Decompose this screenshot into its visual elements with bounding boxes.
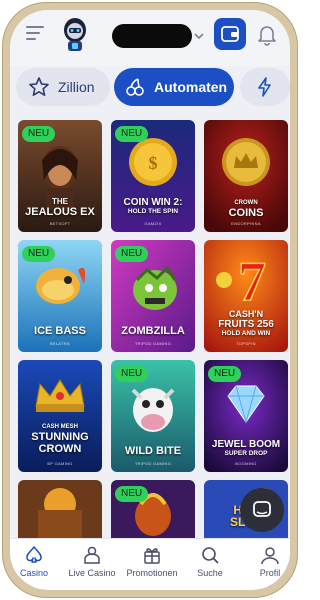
game-title-line: JEWEL BOOM [211,439,281,450]
robot-logo-icon[interactable] [60,16,90,54]
game-tile-jewel-boom[interactable]: NEU JEWEL BOOM SUPER DROP BOOMING [204,360,288,472]
tab-zillion-label: Zillion [58,79,95,95]
game-tile-ice-bass[interactable]: NEU ICE BASS BELATRA [18,240,102,352]
nav-promotions-label: Promotionen [126,568,178,578]
game-provider: BELATRA [49,341,71,346]
game-provider: TRIPOD GAMING [134,461,172,466]
nav-search[interactable]: Suche [180,545,240,578]
game-tile-coin-win-2[interactable]: $ NEU COIN WIN 2: HOLD THE SPIN GAMZIX [111,120,195,232]
game-title-line: CROWN [38,443,82,455]
star-outline-icon [29,77,49,96]
nav-live-casino[interactable]: Live Casino [62,545,122,578]
search-icon [202,547,219,564]
nav-live-casino-label: Live Casino [68,568,116,578]
nav-profile-label: Profil [259,568,281,578]
phone-frame: Zillion Automaten NEU THE JEALOUS EX BET… [2,2,298,598]
nav-profile[interactable]: Profil [240,545,290,578]
nav-promotions[interactable]: Promotionen [122,545,182,578]
tab-zillion[interactable]: Zillion [16,68,110,106]
bell-icon[interactable] [256,22,278,46]
game-provider: TRIPOD GAMING [134,341,172,346]
game-title-line: COINS [228,207,264,219]
game-provider: ENDORPHINA [231,221,261,226]
tab-lightning[interactable] [240,68,290,106]
game-title-line: CROWN [234,200,258,206]
game-title-line: HOLD AND WIN [221,330,271,337]
new-badge: NEU [115,246,149,262]
game-tile-zombzilla[interactable]: NEU ZOMBZILLA TRIPOD GAMING [111,240,195,352]
game-provider: GAMZIX [144,221,162,226]
wallet-button[interactable] [214,18,246,50]
game-title-line: HOLD THE SPIN [127,208,179,215]
game-tile-cashn-fruits-256[interactable]: 7 CASH'N FRUITS 256 HOLD AND WIN TOPSPIN [204,240,288,352]
spade-icon [26,546,42,563]
new-badge: NEU [22,126,56,142]
svg-text:$: $ [149,153,158,173]
tab-automaten-label: Automaten [154,79,228,95]
game-title-line: WILD BITE [124,445,182,457]
game-title-line: CASH MESH [41,424,78,430]
cherries-icon [126,78,144,96]
nav-casino[interactable]: Casino [10,545,64,578]
game-title-line: STUNNING [31,431,89,443]
dynamic-island [112,24,192,48]
chat-bubble-icon [253,501,271,517]
svg-text:7: 7 [238,251,266,313]
dealer-icon [84,546,100,564]
game-tile-wild-bite[interactable]: NEU WILD BITE TRIPOD GAMING [111,360,195,472]
wallet-icon [221,26,239,42]
hamburger-menu-icon[interactable] [26,26,44,42]
game-tile-stunning-crown[interactable]: CASH MESH STUNNING CROWN BP GAMING [18,360,102,472]
game-title-line: COIN WIN 2: [123,197,183,208]
gift-icon [144,548,160,564]
game-tile-crown-coins[interactable]: CROWN COINS ENDORPHINA [204,120,288,232]
game-title-line: ICE BASS [34,325,86,337]
game-provider: BP GAMING [47,461,73,466]
game-title-line: JEALOUS EX [25,206,95,218]
app-screen: Zillion Automaten NEU THE JEALOUS EX BET… [10,10,290,590]
nav-search-label: Suche [197,568,223,578]
user-icon [261,547,279,565]
game-title-line: ZOMBZILLA [121,325,185,337]
tab-automaten[interactable]: Automaten [114,68,234,106]
new-badge: NEU [115,366,149,382]
game-title-line: FRUITS 256 [218,319,274,330]
nav-casino-label: Casino [19,568,48,578]
lightning-icon [258,77,271,97]
new-badge: NEU [208,366,242,382]
category-tabs: Zillion Automaten [10,68,290,112]
chevron-down-icon[interactable] [194,32,204,40]
new-badge: NEU [22,246,56,262]
bottom-navigation: Casino Live Casino Promotionen Suche Pro… [10,538,290,590]
game-title-line: SUPER DROP [224,450,268,457]
new-badge: NEU [115,486,149,502]
game-tile-the-jealous-ex[interactable]: NEU THE JEALOUS EX BETSOFT [18,120,102,232]
game-provider: BETSOFT [49,221,71,226]
game-provider: BOOMING [235,461,257,466]
new-badge: NEU [115,126,149,142]
game-provider: TOPSPIN [236,341,256,346]
chat-button[interactable] [240,488,284,532]
